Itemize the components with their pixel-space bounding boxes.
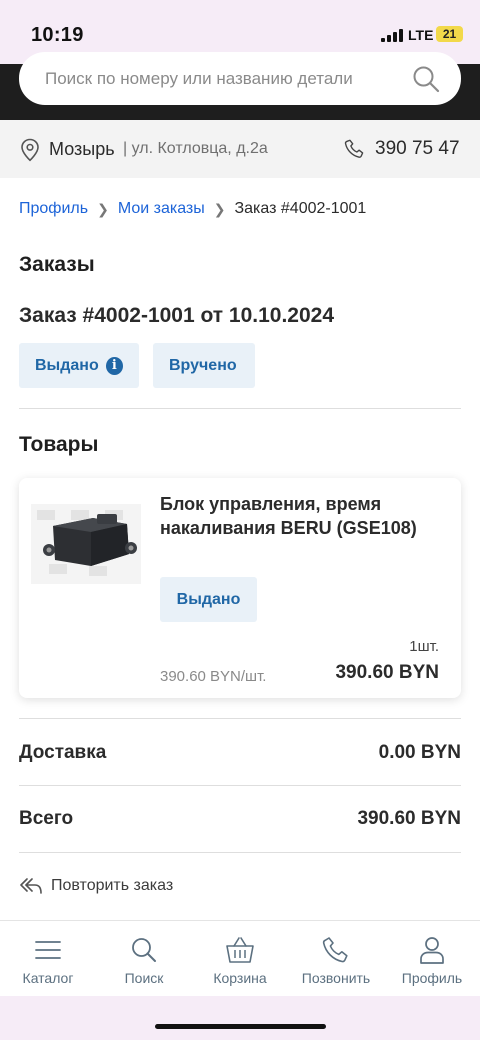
battery-icon: 21 <box>436 26 463 42</box>
user-icon <box>420 937 444 964</box>
divider <box>19 718 461 719</box>
signal-icon <box>381 29 403 42</box>
divider <box>19 408 461 409</box>
status-badge-label: Выдано <box>35 356 99 374</box>
divider <box>19 785 461 786</box>
product-unit-price: 390.60 BYN/шт. <box>160 668 267 685</box>
product-status-badge: Выдано <box>160 577 257 622</box>
home-indicator[interactable] <box>155 1024 326 1029</box>
nav-search[interactable]: Поиск <box>96 921 192 996</box>
map-pin-icon <box>21 138 39 162</box>
search-icon <box>132 938 156 962</box>
product-total-price: 390.60 BYN <box>335 662 439 683</box>
delivery-value: 0.00 BYN <box>378 742 461 763</box>
repeat-order-button[interactable]: Повторить заказ <box>19 877 173 895</box>
delivery-label: Доставка <box>19 742 107 763</box>
store-phone[interactable]: 390 75 47 <box>375 138 460 160</box>
search-input[interactable]: Поиск по номеру или названию детали <box>19 52 461 105</box>
status-badge-label: Вручено <box>169 356 237 374</box>
product-quantity: 1шт. <box>409 638 439 655</box>
products-heading: Товары <box>19 433 99 456</box>
nav-label: Позвонить <box>301 970 371 986</box>
product-card[interactable]: Блок управления, время накаливания BERU … <box>19 478 461 698</box>
order-title: Заказ #4002-1001 от 10.10.2024 <box>19 304 335 327</box>
menu-icon <box>35 941 61 959</box>
breadcrumb-profile[interactable]: Профиль <box>19 200 88 218</box>
breadcrumb-my-orders[interactable]: Мои заказы <box>118 200 205 218</box>
nav-call[interactable]: Позвонить <box>288 921 384 996</box>
product-image[interactable] <box>31 504 141 584</box>
nav-label: Профиль <box>401 970 463 986</box>
store-address: | ул. Котловца, д.2а <box>123 140 268 157</box>
chevron-right-icon: ❯ <box>97 200 109 217</box>
divider <box>19 852 461 853</box>
search-icon[interactable] <box>411 64 441 94</box>
page-title: Заказы <box>19 253 95 276</box>
nav-cart[interactable]: Корзина <box>192 921 288 996</box>
basket-icon <box>226 937 254 963</box>
status-badge-delivered: Вручено <box>153 343 255 388</box>
phone-icon <box>322 937 348 963</box>
home-area <box>0 996 480 1040</box>
breadcrumb-current: Заказ #4002-1001 <box>234 200 367 217</box>
phone-icon[interactable] <box>344 138 366 160</box>
nav-label: Каталог <box>22 970 74 986</box>
reply-all-icon <box>20 878 42 894</box>
nav-catalog[interactable]: Каталог <box>0 921 96 996</box>
product-name[interactable]: Блок управления, время накаливания BERU … <box>160 492 450 540</box>
repeat-order-label: Повторить заказ <box>51 877 174 894</box>
nav-profile[interactable]: Профиль <box>384 921 480 996</box>
city-selector[interactable]: Мозырь <box>49 139 115 160</box>
search-placeholder: Поиск по номеру или названию детали <box>45 69 353 88</box>
breadcrumb: Профиль ❯ Мои заказы ❯ Заказ #4002-1001 <box>19 200 366 218</box>
total-value: 390.60 BYN <box>357 808 461 829</box>
nav-label: Корзина <box>213 970 267 986</box>
status-time: 10:19 <box>31 24 84 46</box>
info-icon[interactable]: i <box>105 356 123 375</box>
network-type: LTE <box>408 27 434 43</box>
total-label: Всего <box>19 808 74 829</box>
chevron-right-icon: ❯ <box>213 200 226 217</box>
status-badge-issued[interactable]: Выдано i <box>19 343 139 388</box>
nav-label: Поиск <box>124 970 164 986</box>
location-bar: Мозырь | ул. Котловца, д.2а 390 75 47 <box>0 120 480 178</box>
bottom-navigation: Каталог Поиск Корзина Позвонить Профиль <box>0 920 480 996</box>
